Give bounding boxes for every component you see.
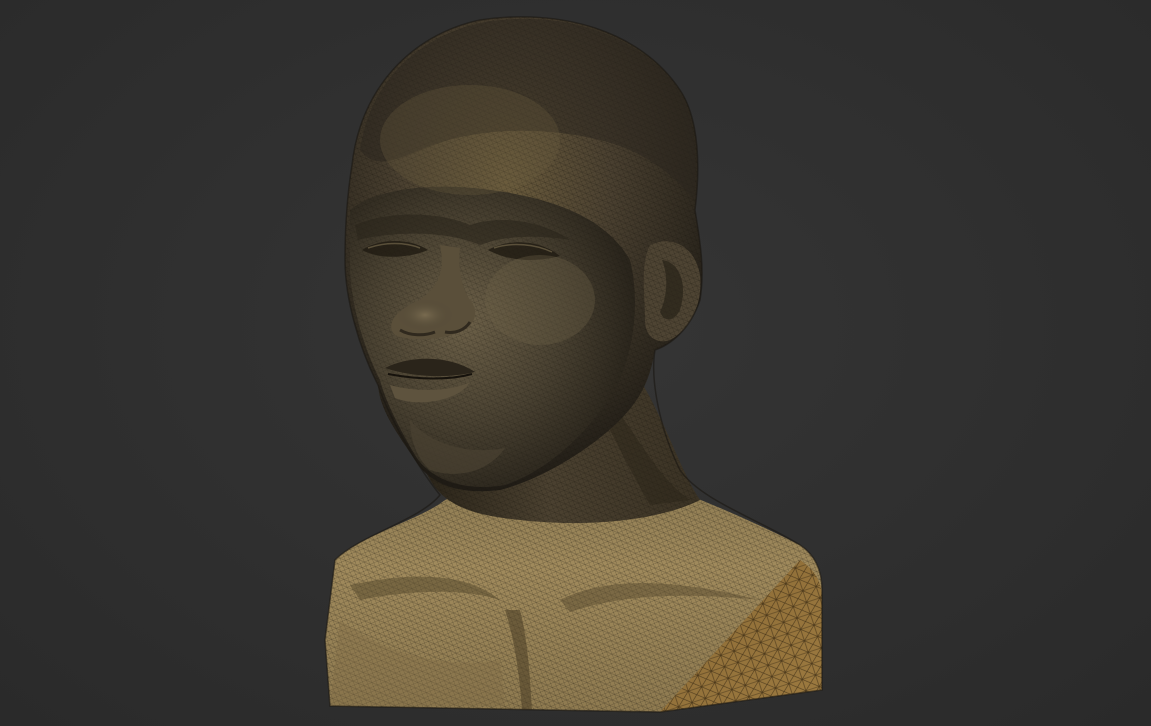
bust-ear bbox=[643, 241, 701, 342]
3d-viewport[interactable] bbox=[0, 0, 1151, 726]
bust-model-render bbox=[324, 16, 823, 713]
bust-forehead-highlight bbox=[380, 85, 560, 195]
bust-cheek-highlight bbox=[485, 255, 595, 345]
